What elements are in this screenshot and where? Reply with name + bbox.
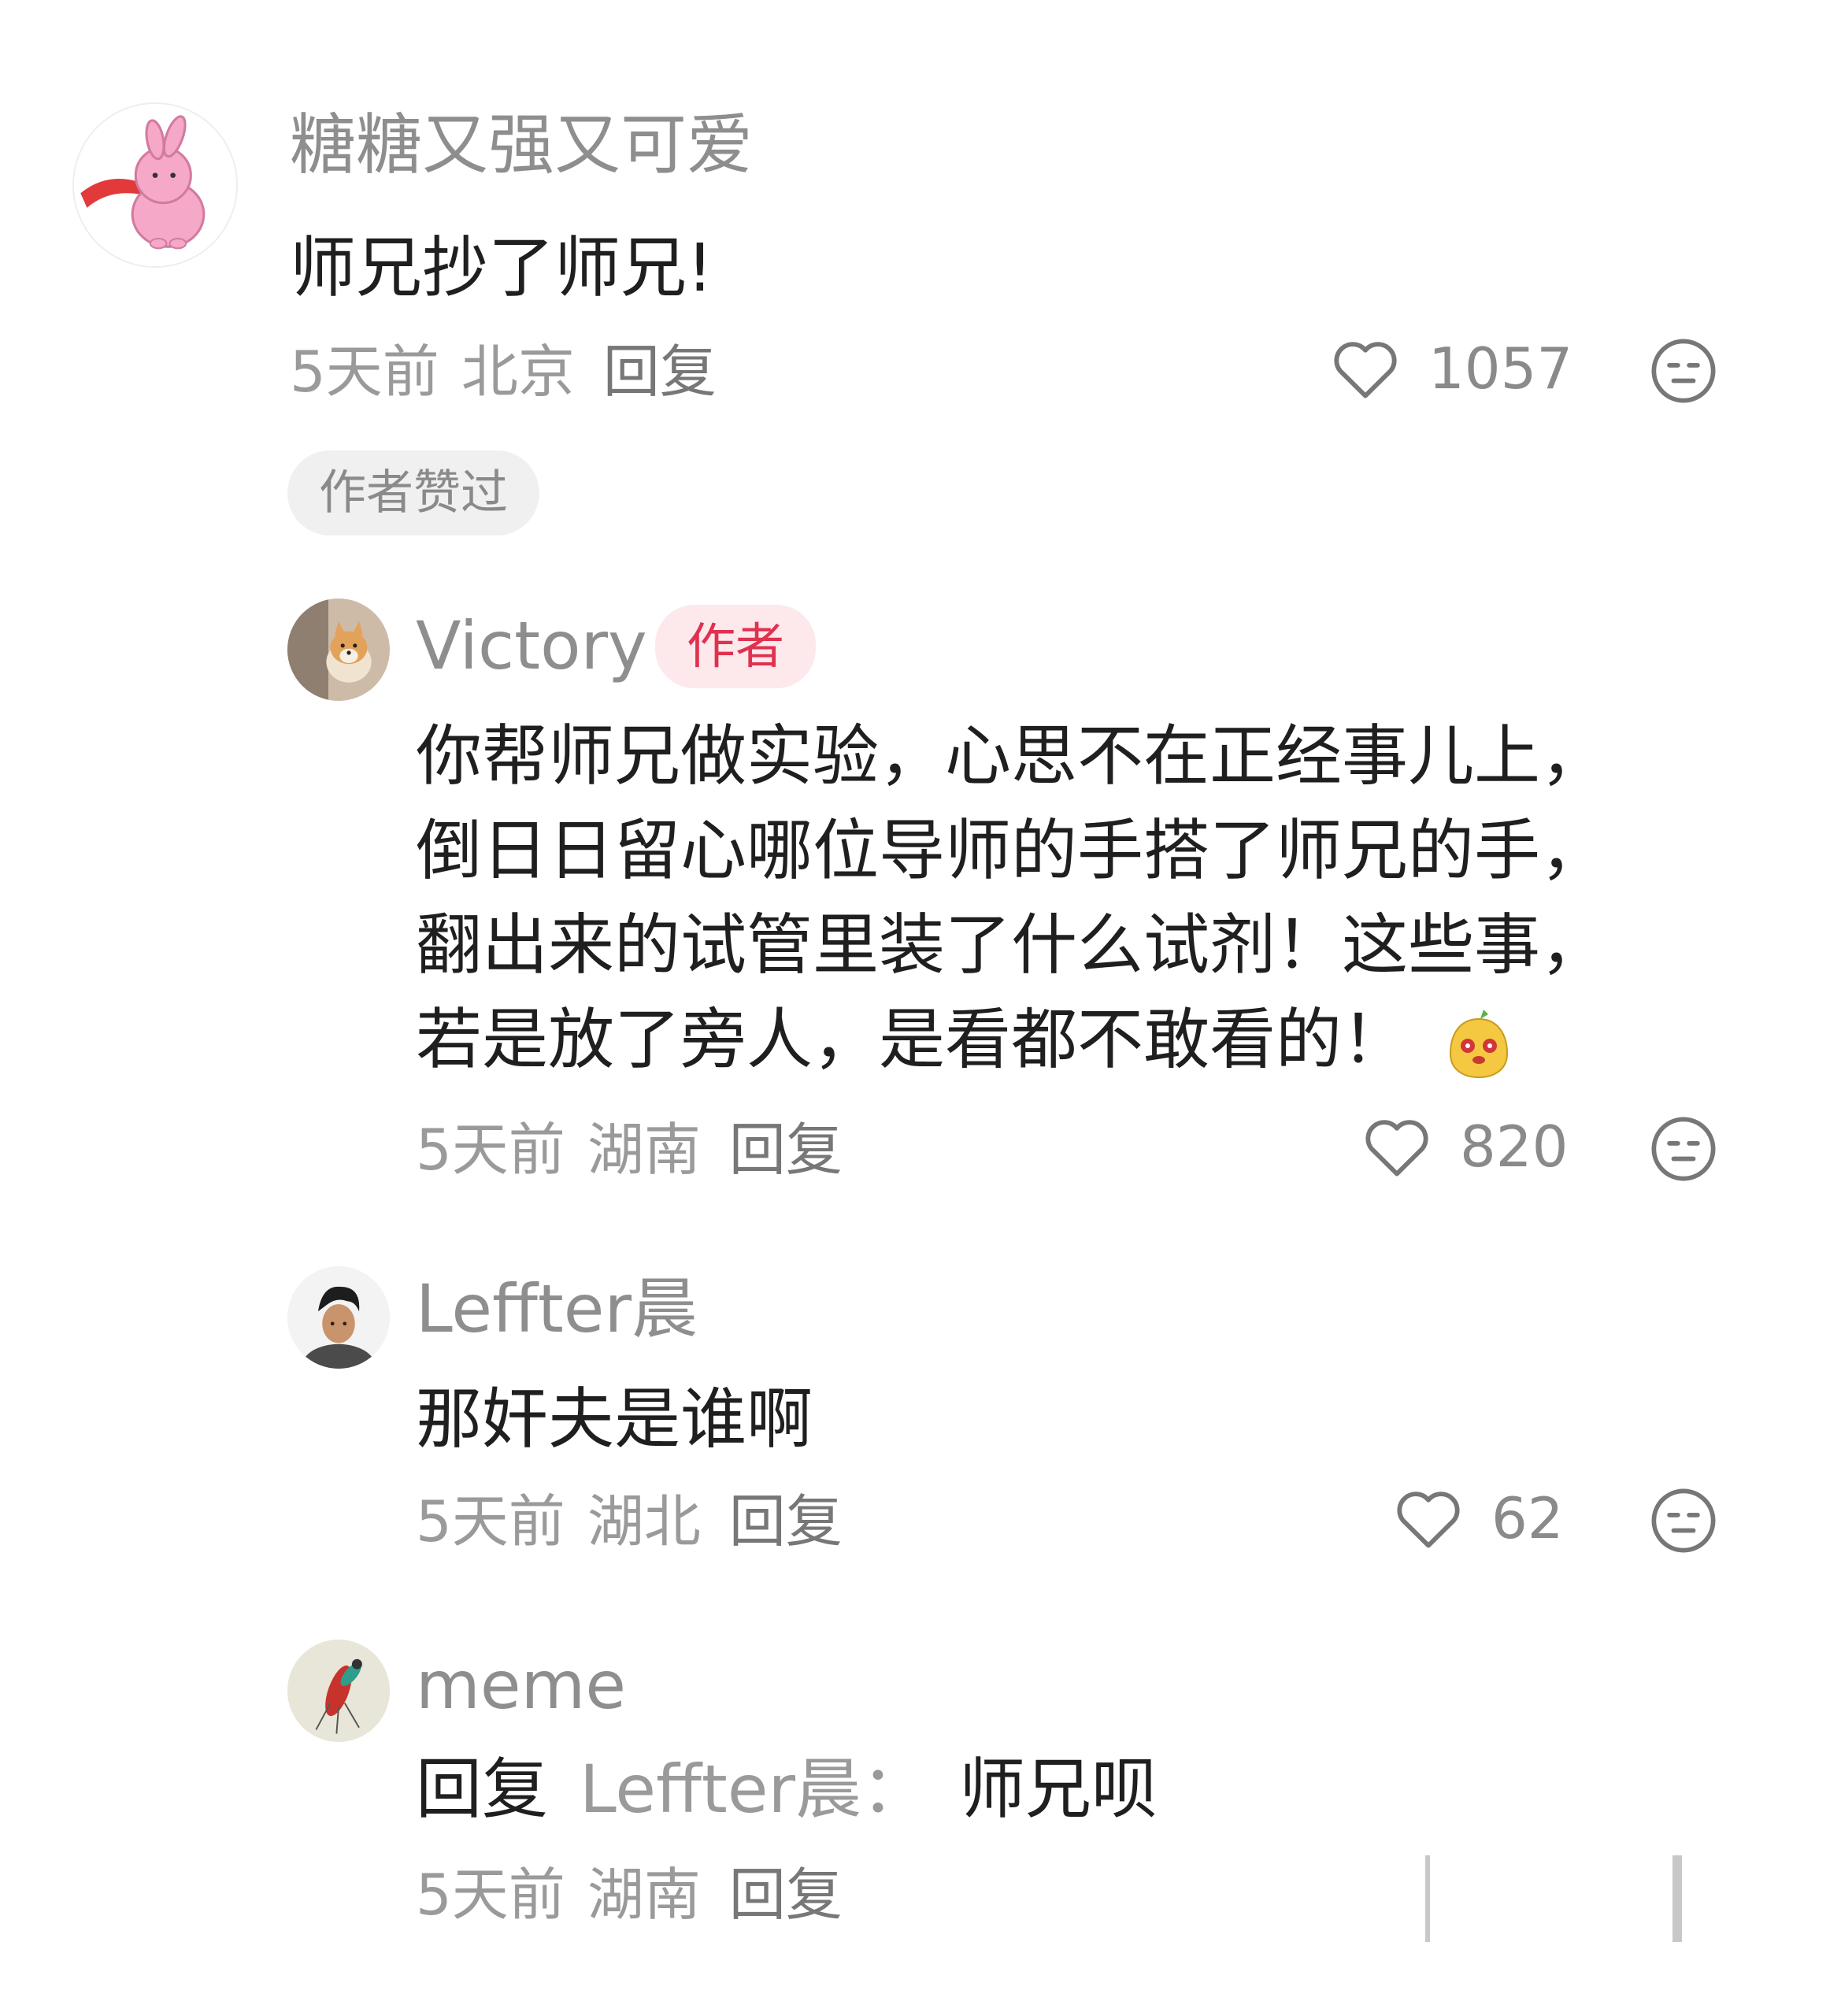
comment-meta: 5天前 湖南 回复 [416, 1866, 843, 1923]
neutral-face-icon [1651, 1117, 1716, 1181]
comment-region: 北京 [461, 339, 575, 405]
comment-region: 湖北 [587, 1488, 701, 1555]
reply-button[interactable]: 回复 [729, 1862, 843, 1928]
shiba-dog-avatar-icon [287, 598, 390, 701]
comment-region: 湖南 [587, 1117, 701, 1183]
comment-region: 湖南 [587, 1862, 701, 1928]
like-count: 820 [1460, 1114, 1569, 1180]
comment-meta: 5天前 北京 回复 [290, 343, 717, 400]
partial-action-icons [1425, 1855, 1709, 1942]
avatar[interactable] [72, 102, 238, 268]
heart-outline-icon [1365, 1120, 1428, 1177]
dislike-button[interactable] [1650, 1487, 1717, 1555]
username[interactable]: 糖糖又强又可爱 [290, 112, 753, 178]
avatar[interactable] [287, 598, 390, 701]
comment-text: 你帮师兄做实验，心思不在正经事儿上， 倒日日留心哪位导师的手搭了师兄的手， 翻出… [416, 709, 1606, 1087]
pink-rabbit-avatar-icon [74, 104, 236, 266]
comment-text-line: 若是放了旁人，是看都不敢看的！ [416, 992, 1606, 1087]
partial-like-icon [1425, 1855, 1430, 1942]
yellow-creature-emoji-icon [1450, 1010, 1509, 1079]
like-count: 1057 [1428, 335, 1573, 402]
dislike-button[interactable] [1650, 1115, 1717, 1183]
comment-time: 5天前 [290, 339, 439, 405]
comment-text-span: 若是放了旁人，是看都不敢看的！ [416, 1001, 1409, 1078]
reply-button[interactable]: 回复 [729, 1488, 843, 1555]
person-avatar-icon [287, 1266, 390, 1369]
like-button[interactable]: 1057 [1331, 337, 1572, 400]
comment-time: 5天前 [416, 1117, 565, 1183]
dislike-button[interactable] [1650, 337, 1717, 405]
comment-text: 那奸夫是谁啊 [416, 1380, 813, 1458]
neutral-face-icon [1651, 339, 1716, 403]
heart-outline-icon [1334, 342, 1397, 398]
reply-button[interactable]: 回复 [729, 1117, 843, 1183]
comment-text-line: 你帮师兄做实验，心思不在正经事儿上， [416, 717, 1607, 795]
author-tag: 作者 [655, 605, 817, 688]
like-button[interactable]: 62 [1394, 1487, 1564, 1550]
reply-prefix: 回复 [416, 1751, 549, 1828]
comment-text: 回复 Leffter晨： 师兄呗 [416, 1742, 1158, 1836]
reply-target-user[interactable]: Leffter晨： [580, 1751, 928, 1828]
bug-avatar-icon [287, 1640, 390, 1742]
reply-body: 师兄呗 [959, 1751, 1158, 1828]
neutral-face-icon [1651, 1488, 1716, 1553]
comment-text-line: 翻出来的试管里装了什么试剂！这些事， [416, 906, 1607, 984]
comment-time: 5天前 [416, 1488, 565, 1555]
comment-meta: 5天前 湖南 回复 [416, 1121, 843, 1178]
avatar[interactable] [287, 1266, 390, 1369]
comment-meta: 5天前 湖北 回复 [416, 1493, 843, 1550]
comment-time: 5天前 [416, 1862, 565, 1928]
like-count: 62 [1491, 1485, 1564, 1551]
comment-text-line: 倒日日留心哪位导师的手搭了师兄的手， [416, 812, 1607, 889]
heart-outline-icon [1397, 1492, 1460, 1548]
author-liked-badge: 作者赞过 [287, 450, 539, 536]
username[interactable]: meme [416, 1652, 626, 1718]
username[interactable]: Leffter晨 [416, 1276, 698, 1342]
like-button[interactable]: 820 [1362, 1115, 1568, 1178]
username[interactable]: Victory [416, 613, 647, 679]
comment-text: 师兄抄了师兄! [290, 229, 713, 306]
partial-dislike-icon [1672, 1855, 1682, 1942]
reply-button[interactable]: 回复 [603, 339, 717, 405]
avatar[interactable] [287, 1640, 390, 1742]
